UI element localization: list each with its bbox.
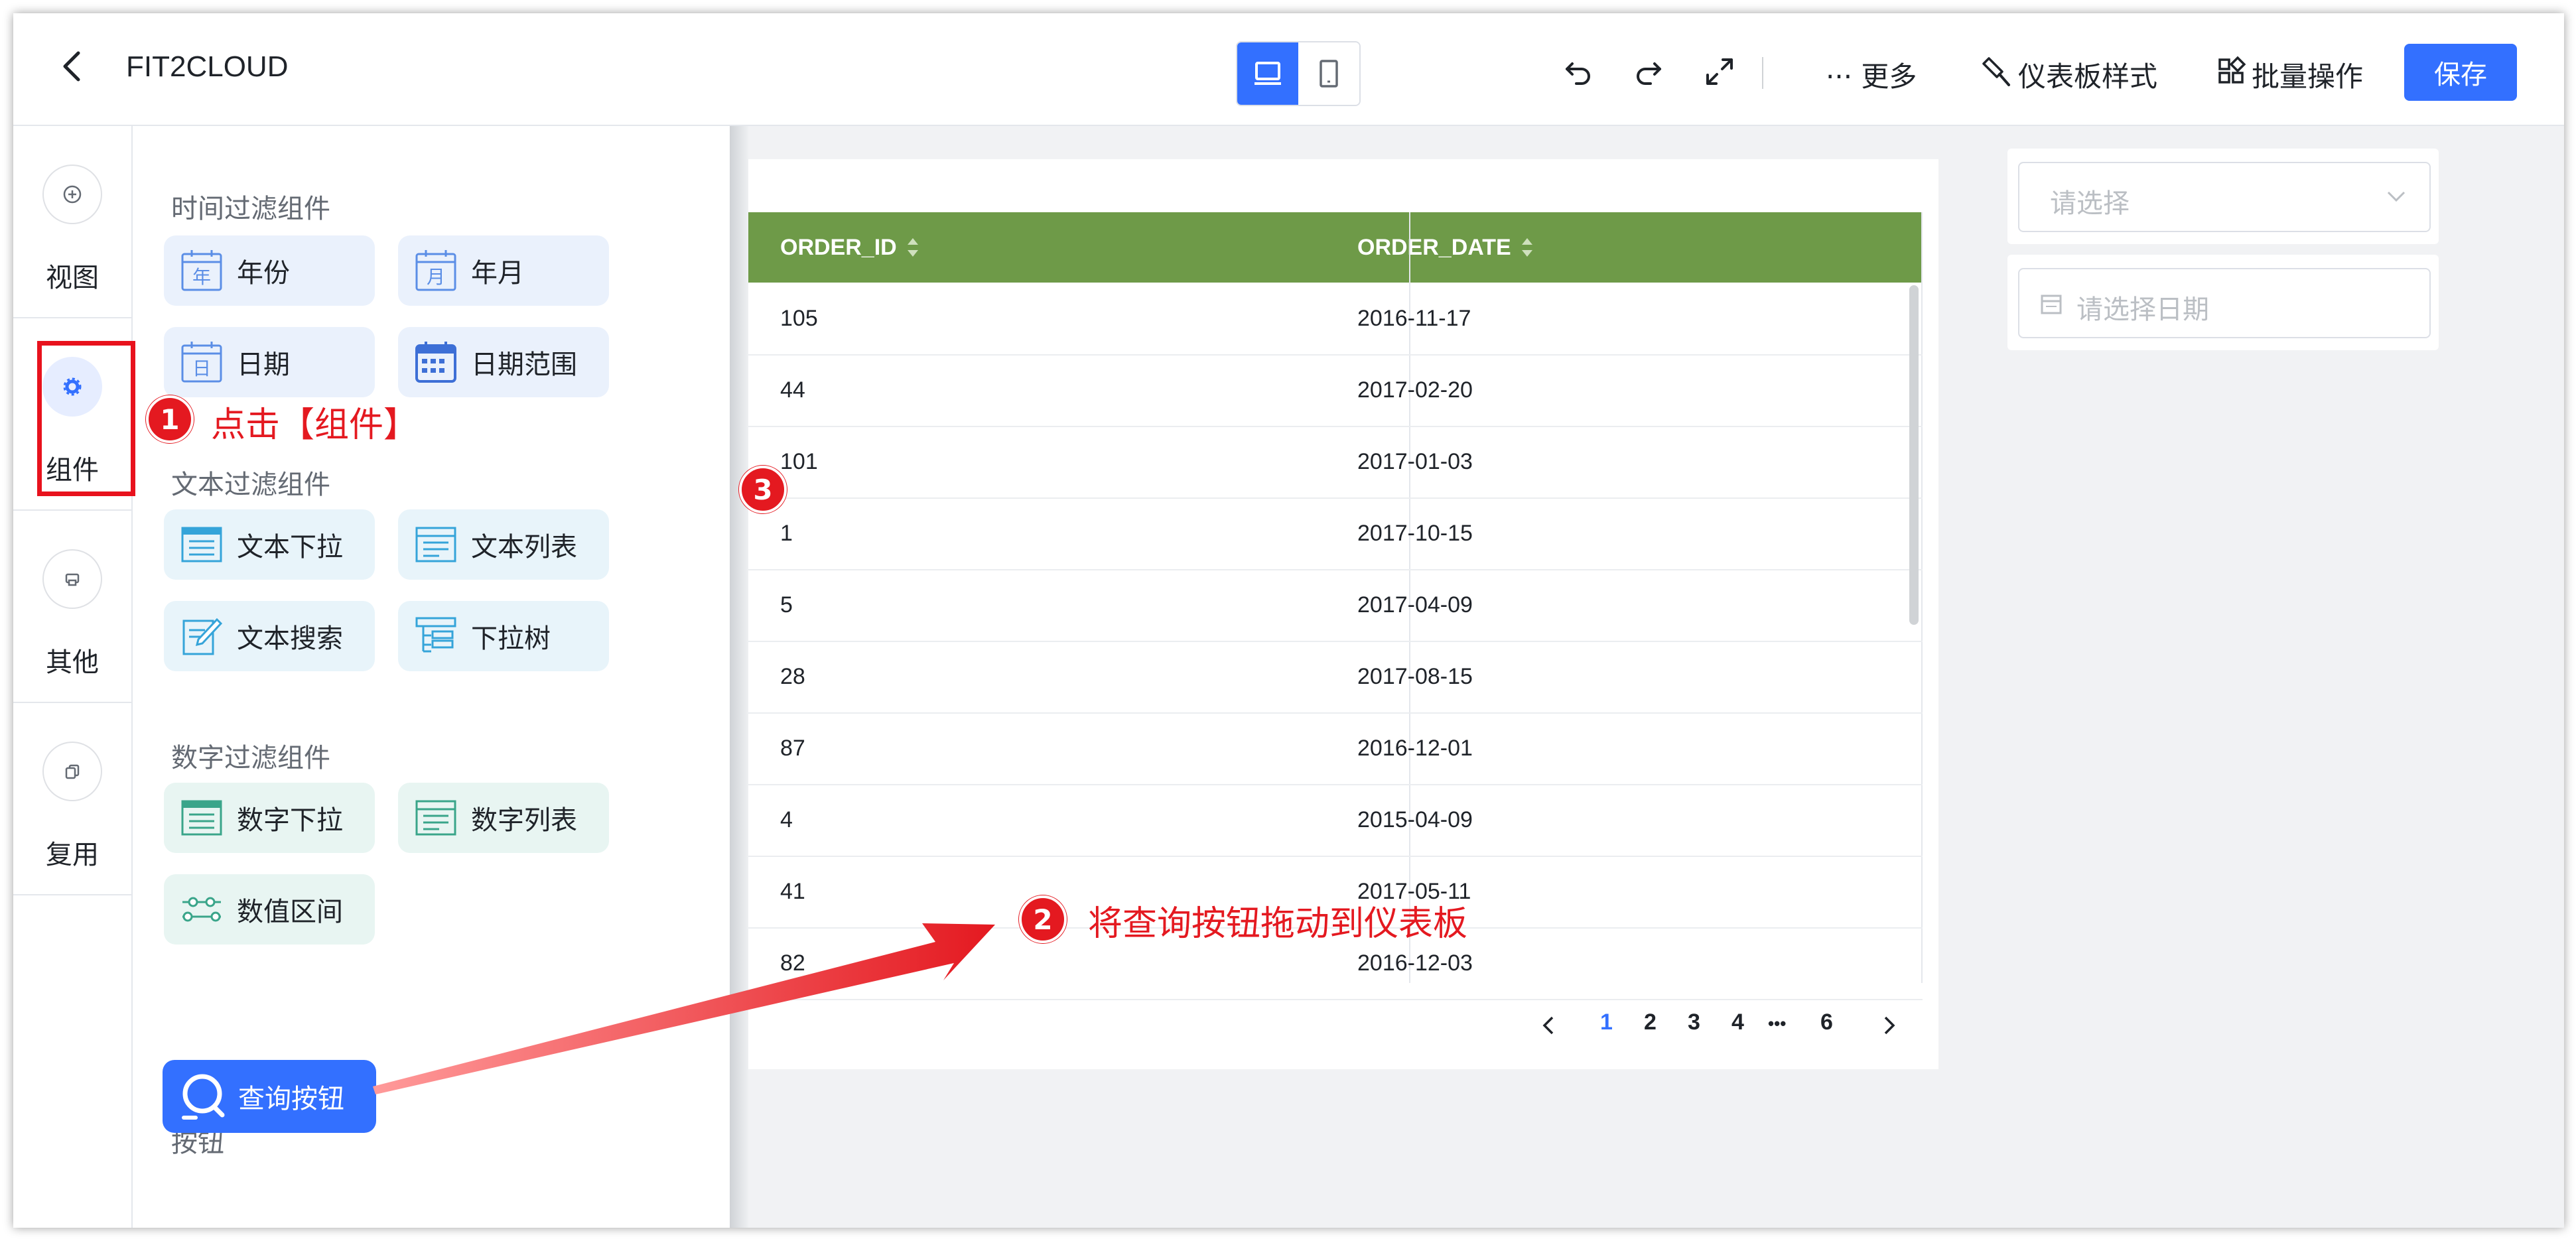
app-window: FIT2CLOUD ··· 更多 仪表板样式 批量操作 保存 视图 组件 其他 … bbox=[13, 13, 2564, 1228]
drag-arrow bbox=[373, 923, 995, 1094]
